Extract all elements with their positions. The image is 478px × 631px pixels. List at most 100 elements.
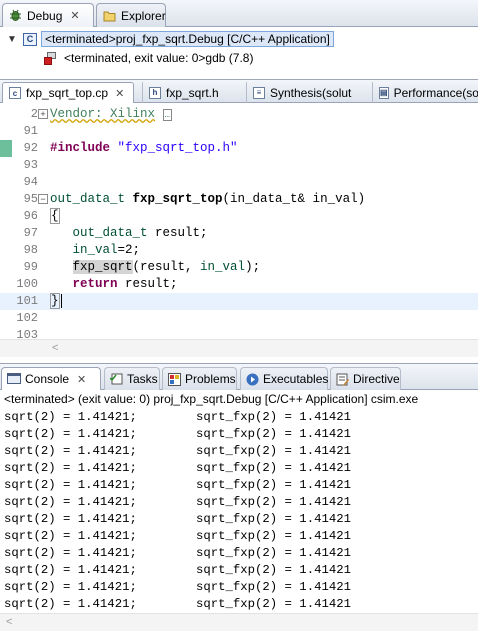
chevron-down-icon[interactable]: ▼: [6, 33, 18, 45]
line-number: 94: [23, 175, 38, 189]
tab-label: Performance(so: [393, 85, 478, 100]
gdb-process-icon: [44, 51, 58, 65]
line-number: 93: [23, 158, 38, 172]
debug-bug-icon: [9, 9, 22, 22]
code-line: 92 #include "fxp_sqrt_top.h": [0, 140, 478, 157]
line-number: 102: [16, 311, 38, 325]
code-line: 102: [0, 310, 478, 327]
console-line: sqrt(2) = 1.41421; sqrt_fxp(2) = 1.41421: [4, 461, 351, 475]
line-number: 91: [23, 124, 38, 138]
tab-problems[interactable]: Problems: [162, 367, 237, 390]
tab-fxp-sqrt-top[interactable]: c fxp_sqrt_top.cp ✕: [2, 82, 134, 103]
tab-label: Executables: [263, 372, 329, 386]
performance-icon: ▤: [379, 86, 389, 99]
close-icon[interactable]: ✕: [77, 373, 86, 386]
console-tabbar: Console ✕ Tasks Problems Executables Dir…: [0, 364, 478, 390]
c-application-icon: C: [23, 32, 37, 46]
header-file-icon: h: [149, 86, 161, 99]
editor-tabbar: c fxp_sqrt_top.cp ✕ h fxp_sqrt.h ≡ Synth…: [0, 80, 478, 103]
expand-fold-icon[interactable]: +: [38, 109, 48, 119]
code-line: 98 in_val=2;: [0, 242, 478, 259]
code-text: Vendor: Xilinx …: [50, 107, 172, 121]
code-line: 93: [0, 157, 478, 174]
console-line: sqrt(2) = 1.41421; sqrt_fxp(2) = 1.41421: [4, 597, 351, 611]
tab-explorer[interactable]: Explorer: [96, 3, 166, 27]
console-line: sqrt(2) = 1.41421; sqrt_fxp(2) = 1.41421: [4, 580, 351, 594]
debug-view: Debug ✕ Explorer ▼ C <terminated>proj_fx…: [0, 0, 478, 80]
line-number: 2: [30, 107, 38, 121]
code-text: out_data_t result;: [72, 226, 208, 240]
close-icon[interactable]: ✕: [115, 87, 124, 100]
tab-synthesis[interactable]: ≡ Synthesis(solut: [246, 82, 366, 103]
code-line: 91: [0, 123, 478, 140]
line-number: 99: [23, 260, 38, 274]
line-number: 101: [16, 294, 38, 308]
console-line: sqrt(2) = 1.41421; sqrt_fxp(2) = 1.41421: [4, 495, 351, 509]
executables-icon: [246, 373, 259, 386]
scroll-left-icon[interactable]: <: [6, 616, 12, 628]
console-view: Console ✕ Tasks Problems Executables Dir…: [0, 363, 478, 631]
console-line: sqrt(2) = 1.41421; sqrt_fxp(2) = 1.41421: [4, 478, 351, 492]
tab-label: Synthesis(solut: [270, 85, 352, 100]
c-source-file-icon: c: [9, 87, 21, 99]
tab-fxp-sqrt-h[interactable]: h fxp_sqrt.h: [142, 82, 250, 103]
code-text: }: [50, 293, 62, 310]
tab-explorer-label: Explorer: [121, 8, 166, 23]
console-line: sqrt(2) = 1.41421; sqrt_fxp(2) = 1.41421: [4, 427, 351, 441]
text-caret: [60, 293, 62, 308]
code-text: {: [50, 208, 60, 224]
tab-performance[interactable]: ▤ Performance(so: [372, 82, 478, 103]
code-line: 100 return result;: [0, 276, 478, 293]
tab-label: Tasks: [127, 372, 158, 386]
code-line-current: 101 }: [0, 293, 478, 310]
tree-item-label: <terminated, exit value: 0>gdb (7.8): [64, 51, 254, 65]
tab-label: Directive: [353, 372, 400, 386]
scroll-left-icon[interactable]: <: [52, 342, 58, 354]
tasks-icon: [110, 373, 123, 386]
problems-icon: [168, 372, 181, 386]
console-line: sqrt(2) = 1.41421; sqrt_fxp(2) = 1.41421: [4, 512, 351, 526]
line-number: 100: [16, 277, 38, 291]
console-horizontal-scrollbar[interactable]: <: [0, 613, 478, 631]
code-text: #include "fxp_sqrt_top.h": [50, 141, 238, 155]
console-line: sqrt(2) = 1.41421; sqrt_fxp(2) = 1.41421: [4, 444, 351, 458]
close-icon[interactable]: ✕: [70, 9, 79, 22]
tree-item-application[interactable]: ▼ C <terminated>proj_fxp_sqrt.Debug [C/C…: [6, 30, 334, 48]
editor-horizontal-scrollbar[interactable]: <: [0, 339, 478, 357]
code-editor: c fxp_sqrt_top.cp ✕ h fxp_sqrt.h ≡ Synth…: [0, 80, 478, 360]
line-number: 97: [23, 226, 38, 240]
console-status: <terminated> (exit value: 0) proj_fxp_sq…: [4, 392, 419, 406]
folder-icon: [103, 9, 116, 22]
tab-executables[interactable]: Executables: [240, 367, 328, 390]
code-area[interactable]: 2 + Vendor: Xilinx … 91 92 #include "fxp…: [0, 104, 478, 342]
tree-item-gdb[interactable]: <terminated, exit value: 0>gdb (7.8): [44, 49, 253, 67]
code-line: 2 + Vendor: Xilinx …: [0, 106, 478, 123]
tree-item-label: <terminated>proj_fxp_sqrt.Debug [C/C++ A…: [41, 31, 334, 47]
console-line: sqrt(2) = 1.41421; sqrt_fxp(2) = 1.41421: [4, 563, 351, 577]
line-number: 92: [23, 141, 38, 155]
code-text: fxp_sqrt(result, in_val);: [72, 260, 261, 274]
debug-tabbar: Debug ✕ Explorer: [0, 0, 478, 27]
code-text: return result;: [72, 277, 178, 291]
tab-label: Console: [25, 372, 70, 386]
collapse-fold-icon[interactable]: −: [38, 194, 48, 204]
code-line: 94: [0, 174, 478, 191]
tab-console[interactable]: Console ✕: [1, 367, 101, 390]
console-line: sqrt(2) = 1.41421; sqrt_fxp(2) = 1.41421: [4, 529, 351, 543]
line-number: 98: [23, 243, 38, 257]
console-line: sqrt(2) = 1.41421; sqrt_fxp(2) = 1.41421: [4, 546, 351, 560]
code-text: out_data_t fxp_sqrt_top(in_data_t& in_va…: [50, 192, 366, 206]
tab-directive[interactable]: Directive: [330, 367, 401, 390]
tab-label: Problems: [185, 372, 236, 386]
tab-label: fxp_sqrt_top.cp: [26, 86, 109, 100]
code-line: 97 out_data_t result;: [0, 225, 478, 242]
tab-label: fxp_sqrt.h: [166, 85, 219, 100]
directive-icon: [336, 373, 349, 386]
synthesis-report-icon: ≡: [253, 86, 265, 99]
code-line: 99 fxp_sqrt(result, in_val);: [0, 259, 478, 276]
tab-debug-label: Debug: [27, 8, 63, 23]
tab-debug[interactable]: Debug ✕: [2, 3, 94, 27]
code-line: 96 {: [0, 208, 478, 225]
tab-tasks[interactable]: Tasks: [104, 367, 160, 390]
line-number: 95: [23, 192, 38, 206]
